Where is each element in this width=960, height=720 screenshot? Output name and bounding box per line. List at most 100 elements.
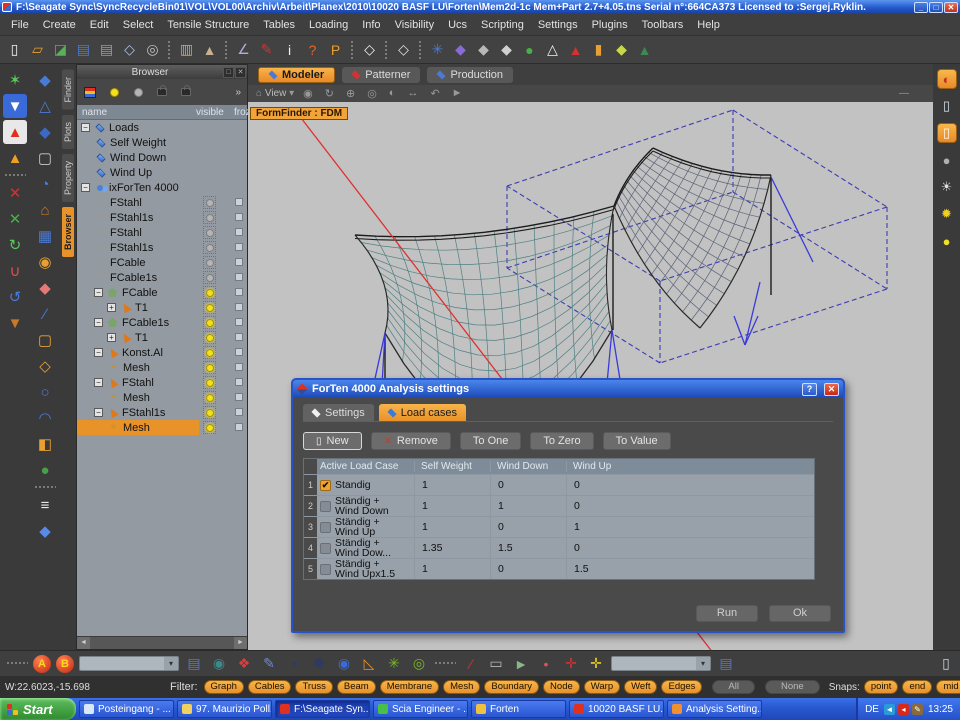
- frozen-toggle[interactable]: [235, 288, 243, 296]
- tab-modeler[interactable]: Modeler: [258, 67, 335, 83]
- filter-warp[interactable]: Warp: [584, 680, 620, 694]
- arc-tool-icon[interactable]: ◠: [33, 406, 57, 430]
- new-button[interactable]: ▯New: [303, 432, 362, 450]
- self-weight-value[interactable]: 1: [414, 496, 490, 516]
- checkbox-unchecked[interactable]: [320, 543, 331, 554]
- column-header-self-weight[interactable]: Self Weight: [414, 461, 490, 472]
- save-as-icon[interactable]: ▤: [96, 39, 117, 60]
- self-weight-value[interactable]: 1: [414, 517, 490, 537]
- save-selection-icon[interactable]: ▤: [184, 654, 204, 674]
- frame-tool-icon[interactable]: ⌂: [33, 198, 57, 222]
- cage-tool-icon[interactable]: ▦: [33, 224, 57, 248]
- wind-up-value[interactable]: 0: [566, 475, 642, 495]
- orbit-icon[interactable]: ↻: [325, 87, 334, 100]
- load-up-icon[interactable]: ▲: [3, 120, 27, 144]
- pin-icon[interactable]: P: [325, 39, 346, 60]
- language-indicator[interactable]: DE: [865, 704, 879, 715]
- fold-tool-icon[interactable]: ◔: [33, 172, 57, 196]
- close-button[interactable]: ✕: [944, 2, 958, 13]
- collapse-icon[interactable]: −: [94, 348, 103, 357]
- zoom-in-icon[interactable]: ⊕: [346, 87, 355, 100]
- wind-down-value[interactable]: 1.5: [490, 538, 566, 558]
- menu-item-loading[interactable]: Loading: [302, 17, 355, 33]
- filter-membrane[interactable]: Membrane: [380, 680, 439, 694]
- copy-icon[interactable]: ▥: [176, 39, 197, 60]
- plane-tool-icon[interactable]: ◆: [33, 68, 57, 92]
- swap-tool-icon[interactable]: ↻: [3, 233, 27, 257]
- frozen-toggle[interactable]: [235, 348, 243, 356]
- visibility-bulb-icon[interactable]: [203, 376, 216, 389]
- unlock-icon[interactable]: [179, 85, 193, 99]
- wind-up-value[interactable]: 0: [566, 496, 642, 516]
- cone-icon[interactable]: ▲: [199, 39, 220, 60]
- rotate-tool-icon[interactable]: ↺: [3, 285, 27, 309]
- collapse-icon[interactable]: −: [94, 378, 103, 387]
- menu-item-settings[interactable]: Settings: [531, 17, 585, 33]
- visibility-bulb-icon[interactable]: [203, 361, 216, 374]
- menu-item-tensile-structure[interactable]: Tensile Structure: [160, 17, 256, 33]
- menu-item-tables[interactable]: Tables: [256, 17, 302, 33]
- previous-view-icon[interactable]: ↶: [430, 87, 439, 100]
- filter-mesh[interactable]: Mesh: [443, 680, 480, 694]
- info-icon[interactable]: i: [279, 39, 300, 60]
- filter-weft[interactable]: Weft: [624, 680, 657, 694]
- selection-combo[interactable]: ▾: [611, 656, 711, 671]
- visibility-bulb-icon[interactable]: [203, 271, 216, 284]
- ufo-tool-icon[interactable]: ●: [33, 458, 57, 482]
- collapse-icon[interactable]: −: [94, 288, 103, 297]
- tree-item-fcable-11[interactable]: −FCable: [77, 285, 247, 300]
- more-tools-button[interactable]: »: [235, 87, 241, 98]
- tree-item-konst-al-15[interactable]: −Konst.Al: [77, 345, 247, 360]
- wind-down-value[interactable]: 0: [490, 475, 566, 495]
- save-view-icon[interactable]: ▤: [716, 654, 736, 674]
- pin-plane-icon[interactable]: ◆: [33, 519, 57, 543]
- panel-close-button[interactable]: ✕: [235, 67, 246, 78]
- panel-tab-browser[interactable]: Browser: [62, 207, 74, 257]
- load-case-row-2[interactable]: 2Ständig + Wind Down110: [304, 495, 814, 516]
- frozen-toggle[interactable]: [235, 393, 243, 401]
- tab-patterner[interactable]: Patterner: [342, 67, 420, 83]
- menu-item-plugins[interactable]: Plugins: [585, 17, 635, 33]
- circle-tool-icon[interactable]: ○: [33, 380, 57, 404]
- tree-item-fstahl1s-8[interactable]: ↷FStahl1s: [77, 240, 247, 255]
- checkbox-unchecked[interactable]: [320, 501, 331, 512]
- dialog-close-button[interactable]: ✕: [824, 383, 839, 396]
- knot-icon[interactable]: ✳: [427, 39, 448, 60]
- column-name[interactable]: name: [77, 107, 107, 118]
- expand-icon[interactable]: +: [107, 303, 116, 312]
- visibility-bulb-icon[interactable]: [203, 211, 216, 224]
- frozen-toggle[interactable]: [235, 378, 243, 386]
- tree-item-loads-0[interactable]: −Loads: [77, 120, 247, 135]
- task-10020-basf-lu[interactable]: 10020 BASF LU...: [569, 700, 664, 718]
- menu-item-help[interactable]: Help: [690, 17, 727, 33]
- letter-a-button[interactable]: A: [33, 655, 51, 673]
- light-off-icon[interactable]: ●: [937, 150, 957, 170]
- cone-red-icon[interactable]: ▲: [565, 39, 586, 60]
- tree-item-mesh-18[interactable]: ✶Mesh: [77, 390, 247, 405]
- square-nodes-icon[interactable]: ▢: [33, 328, 57, 352]
- run-button[interactable]: Run: [696, 605, 758, 622]
- page-preview-icon[interactable]: ▯: [937, 96, 957, 116]
- sphere-dots-icon[interactable]: ◉: [334, 654, 354, 674]
- filter-boundary[interactable]: Boundary: [484, 680, 539, 694]
- dialog-titlebar[interactable]: ForTen 4000 Analysis settings ? ✕: [293, 380, 843, 398]
- menu-item-scripting[interactable]: Scripting: [474, 17, 531, 33]
- tree-item-mesh-20[interactable]: ✶Mesh: [77, 420, 247, 435]
- pen-tool-icon[interactable]: ✎: [259, 654, 279, 674]
- tree-item-fstahl1s-19[interactable]: −FStahl1s: [77, 405, 247, 420]
- column-header-wind-up[interactable]: Wind Up: [566, 461, 642, 472]
- show-all-bulb-icon[interactable]: [107, 85, 121, 99]
- menu-item-ucs[interactable]: Ucs: [441, 17, 474, 33]
- tree-item-fcable1s-13[interactable]: −FCable1s: [77, 315, 247, 330]
- task-posteingang[interactable]: Posteingang - ...: [79, 700, 174, 718]
- delete-tool-icon[interactable]: ✕: [3, 207, 27, 231]
- lock-icon[interactable]: [155, 85, 169, 99]
- pen-icon[interactable]: ✎: [256, 39, 277, 60]
- task-f-seagate-syn[interactable]: F:\Seagate Syn...: [275, 700, 370, 718]
- to-zero-button[interactable]: To Zero: [530, 432, 593, 450]
- load-case-row-4[interactable]: 4Ständig + Wind Dow...1.351.50: [304, 537, 814, 558]
- collapse-icon[interactable]: −: [81, 123, 90, 132]
- tree-item-fstahl-17[interactable]: −FStahl: [77, 375, 247, 390]
- wind-down-value[interactable]: 0: [490, 517, 566, 537]
- chevron-down-icon[interactable]: ▾: [696, 657, 710, 670]
